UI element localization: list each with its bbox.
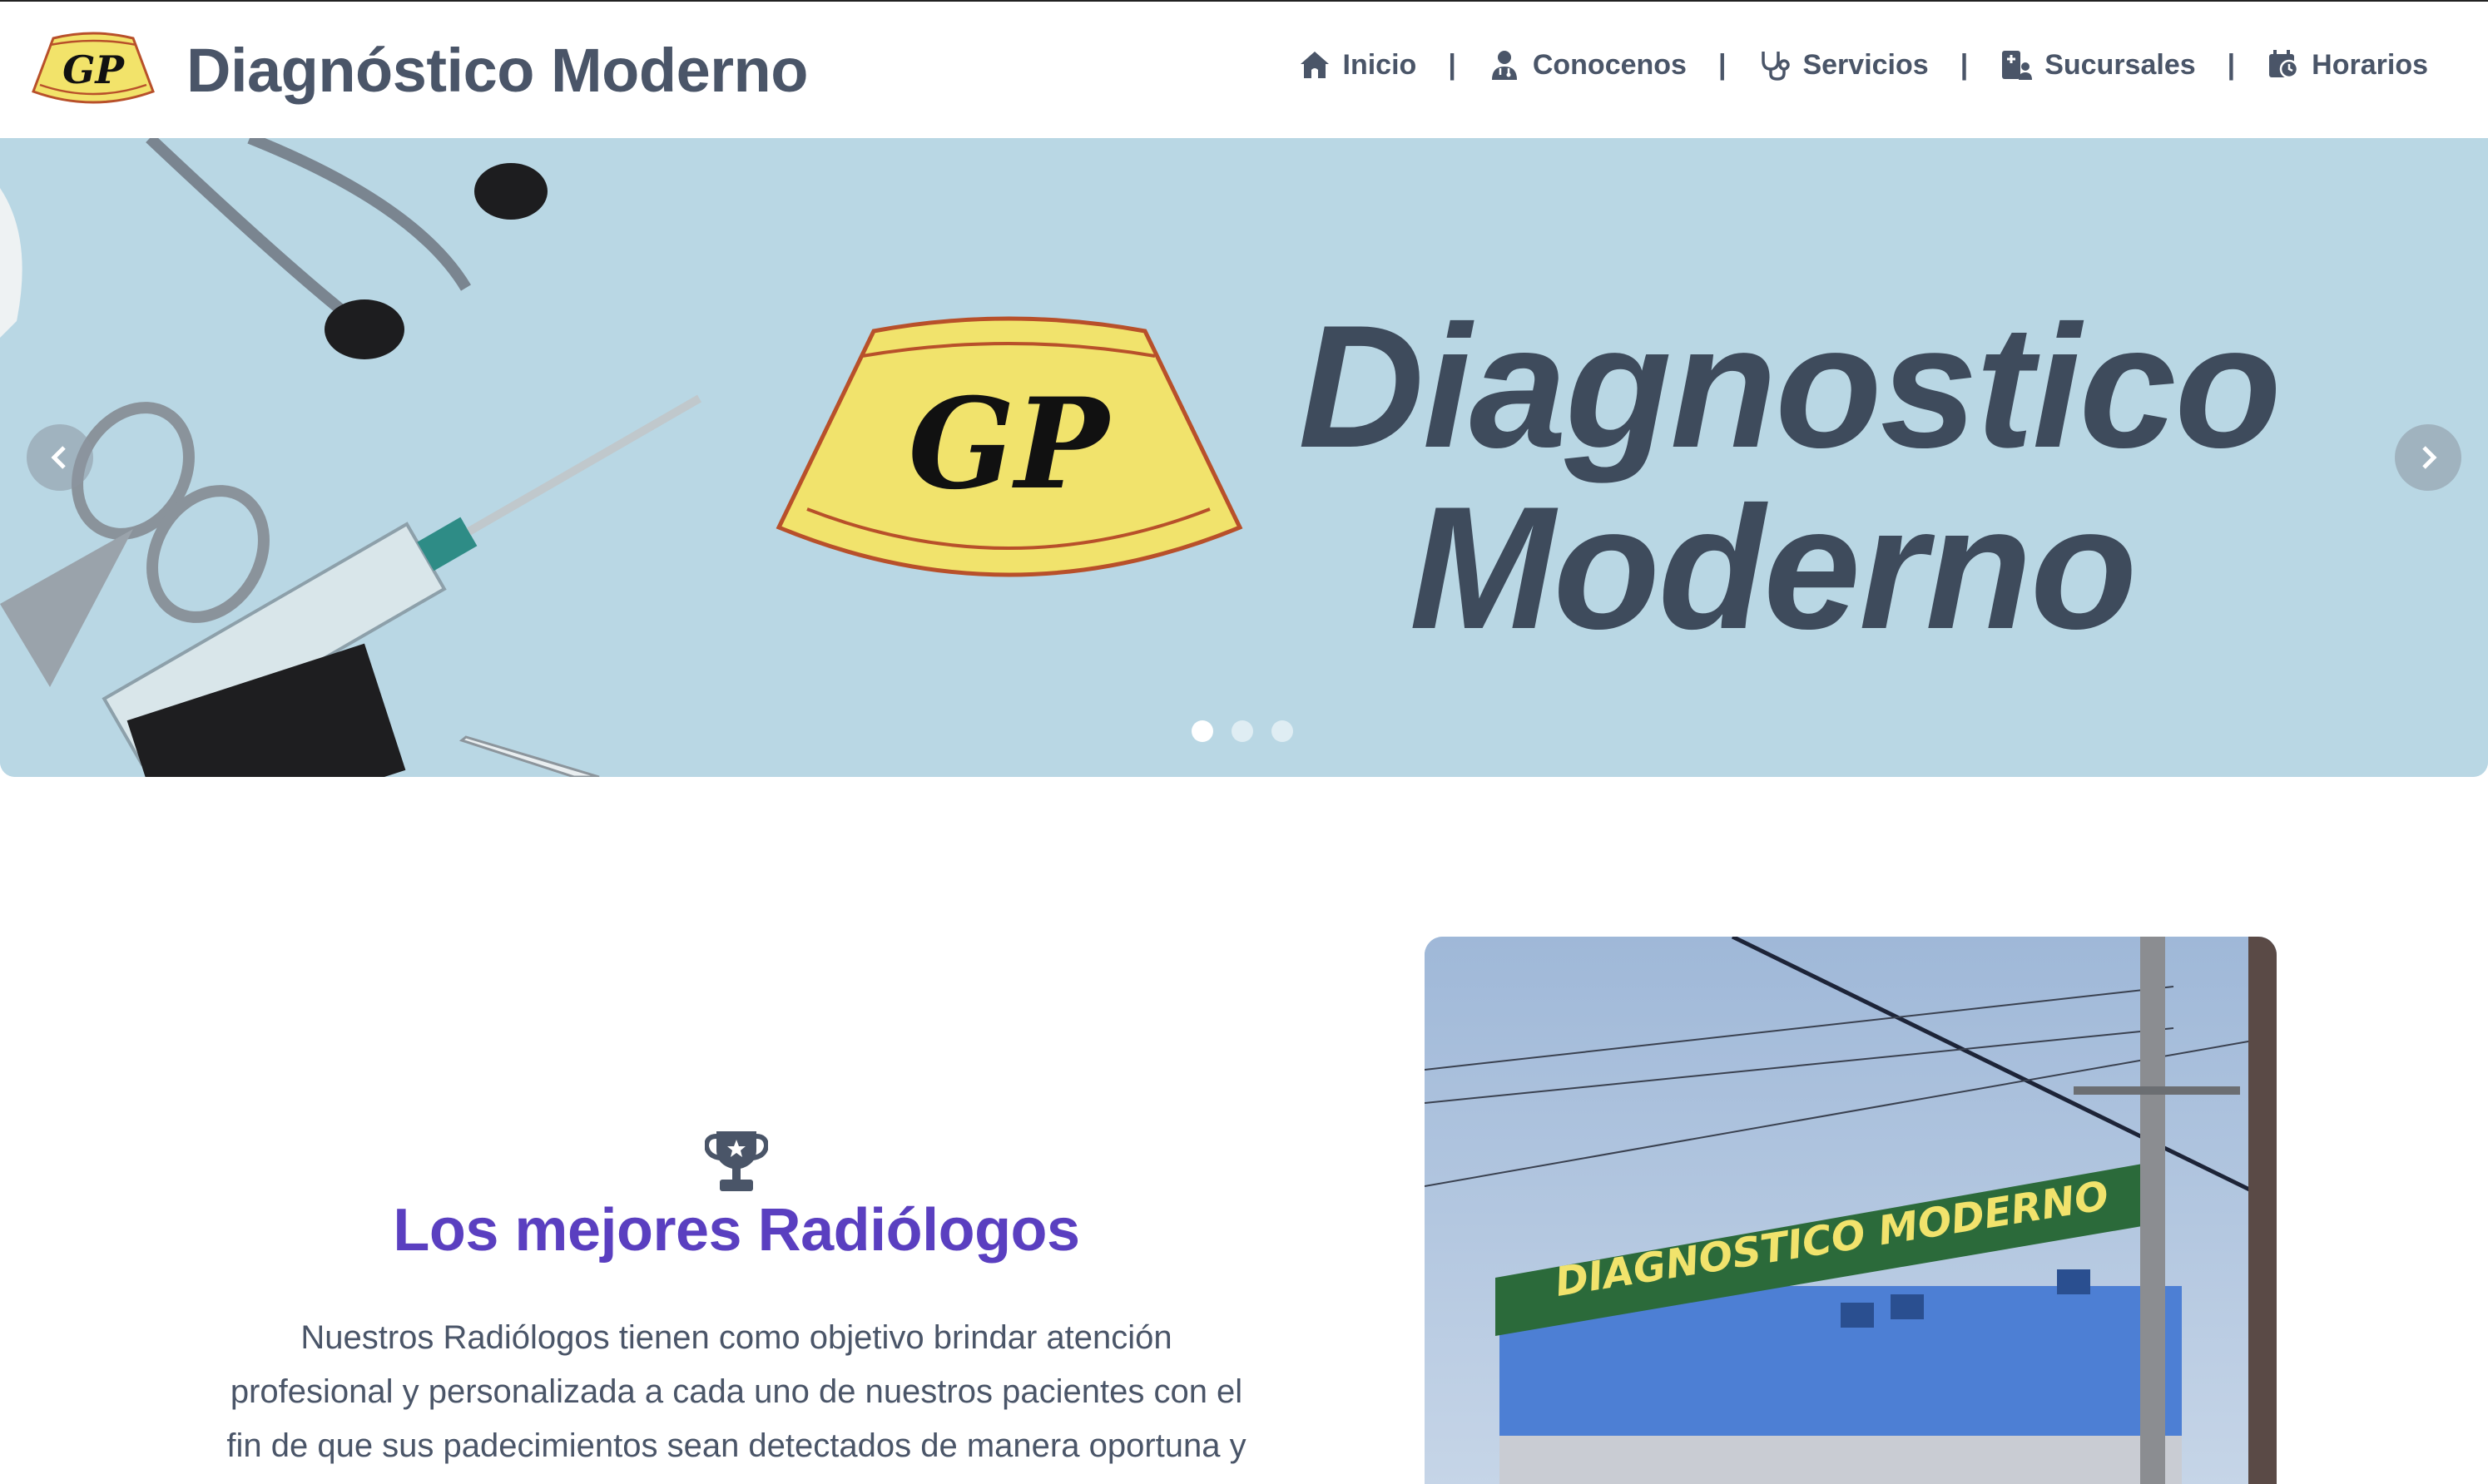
branch-photo: DIAGNOSTICO MODERNO: [1425, 937, 2277, 1484]
brand-logo[interactable]: GP: [25, 27, 161, 113]
home-icon: [1300, 52, 1329, 78]
about-text: Nuestros Radiólogos tienen como objetivo…: [226, 1319, 1246, 1464]
carousel-prev-button[interactable]: [27, 424, 93, 491]
about-section: Los mejores Radiólogos Nuestros Radiólog…: [200, 1128, 1273, 1473]
nav-separator: |: [2227, 48, 2236, 81]
nav-separator: |: [1448, 48, 1456, 81]
stethoscope-earpiece: [325, 299, 404, 359]
stethoscope-icon: [1762, 52, 1791, 81]
brand-logo-text: GP: [62, 47, 125, 92]
about-title: Los mejores Radiólogos: [393, 1197, 1080, 1264]
nav-separator: |: [1717, 48, 1727, 81]
carousel-dot-2[interactable]: [1232, 720, 1253, 742]
nav-sucursales[interactable]: Sucursales: [2000, 48, 2196, 82]
main-nav: Inicio | Conocenos | Servicios | Sucursa…: [1298, 48, 2428, 82]
carousel-next-button[interactable]: [2395, 424, 2461, 491]
carousel-dot-3[interactable]: [1271, 720, 1293, 742]
nav-servicios[interactable]: Servicios: [1757, 48, 1929, 82]
carousel-title-line2: Moderno: [1409, 470, 2138, 665]
user-doctor-icon: [1491, 51, 1517, 80]
carousel-title: Diagnostico Moderno: [1298, 289, 2282, 665]
nav-inicio-label: Inicio: [1342, 48, 1417, 81]
nav-horarios[interactable]: Horarios: [2267, 48, 2428, 82]
nav-servicios-label: Servicios: [1802, 48, 1929, 81]
hospital-user-icon: [2002, 51, 2033, 80]
nav-conocenos[interactable]: Conocenos: [1488, 48, 1687, 82]
chevron-right-icon: [2422, 446, 2437, 469]
branch-building-image: DIAGNOSTICO MODERNO: [1425, 937, 2277, 1484]
carousel-logo-text: GP: [909, 371, 1113, 517]
site-header: GP Diagnóstico Moderno Inicio | Conoceno…: [0, 0, 2488, 138]
stethoscope-earpiece: [474, 163, 548, 220]
carousel-logo: GP: [776, 316, 1243, 577]
trophy-icon: [705, 1131, 768, 1191]
nav-separator: |: [1960, 48, 1969, 81]
carousel-title-line1: Diagnostico: [1298, 289, 2282, 484]
brand[interactable]: GP Diagnóstico Moderno: [25, 27, 808, 113]
nav-sucursales-label: Sucursales: [2044, 48, 2196, 81]
carousel-dot-1[interactable]: [1192, 720, 1213, 742]
brand-name[interactable]: Diagnóstico Moderno: [186, 35, 808, 106]
calendar-clock-icon: [2269, 50, 2299, 79]
chevron-left-icon: [51, 446, 66, 469]
nav-horarios-label: Horarios: [2312, 48, 2428, 81]
hero-carousel: GP Diagnostico Moderno: [0, 138, 2488, 777]
nav-inicio[interactable]: Inicio: [1298, 48, 1417, 82]
nav-conocenos-label: Conocenos: [1532, 48, 1687, 81]
carousel-indicators: [1192, 720, 1311, 742]
